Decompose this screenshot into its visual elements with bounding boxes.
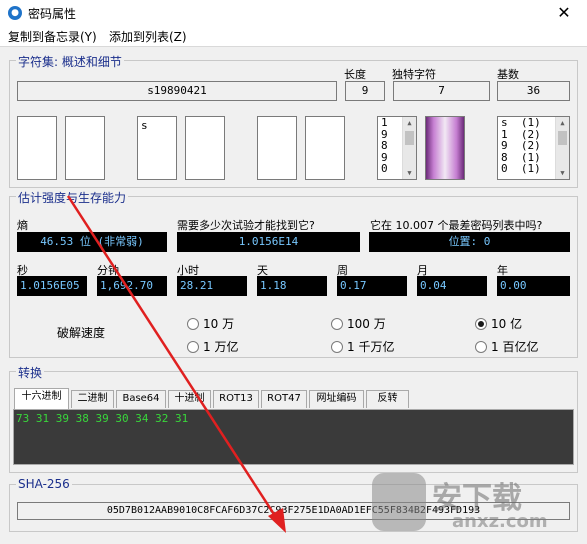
radio-dot	[475, 340, 487, 353]
bag-icon	[372, 473, 426, 531]
char-class-box: s	[137, 116, 177, 180]
unique-field: 7	[393, 81, 490, 101]
watermark-logo: 安下载 anxz.com	[368, 467, 587, 544]
entropy-value: 46.53 位 (非常弱)	[17, 232, 167, 252]
weeks-value: 0.17	[337, 276, 407, 296]
seconds-value: 1.0156E05	[17, 276, 87, 296]
client-area: 字符集: 概述和细节 长度 独特字符 基数 s19890421 9 7 36 s…	[0, 47, 587, 544]
radio-dot	[187, 317, 199, 330]
radio-label: 10 亿	[491, 317, 523, 331]
radio-label: 1 千万亿	[347, 340, 395, 354]
digits-listbox[interactable]: 1 9 8 9 0 ▲ ▼	[377, 116, 417, 180]
speed-radio-1b[interactable]: 10 亿	[475, 315, 522, 332]
tab-binary[interactable]: 二进制	[71, 390, 114, 408]
convert-group-title: 转换	[16, 364, 45, 381]
tab-reverse[interactable]: 反转	[366, 390, 409, 408]
radio-dot	[331, 317, 343, 330]
tab-rot47[interactable]: ROT47	[261, 390, 307, 408]
speed-radio-10qi[interactable]: 1 百亿亿	[475, 338, 538, 355]
radio-label: 1 万亿	[203, 340, 239, 354]
menu-bar: 复制到备忘录(Y) 添加到列表(Z)	[0, 26, 587, 46]
tab-url-encode[interactable]: 网址编码	[309, 390, 364, 408]
sha-group-title: SHA-256	[16, 477, 72, 491]
entropy-label: 熵	[17, 219, 28, 232]
radio-dot	[187, 340, 199, 353]
scroll-down-icon[interactable]: ▼	[403, 167, 416, 179]
length-label: 长度	[344, 68, 366, 81]
strength-gradient	[425, 116, 465, 180]
radio-label: 100 万	[347, 317, 386, 331]
menu-add-to-list[interactable]: 添加到列表(Z)	[109, 28, 187, 45]
menu-copy-to-memo[interactable]: 复制到备忘录(Y)	[8, 28, 97, 45]
close-button[interactable]: ✕	[541, 0, 587, 26]
title-bar: ● 密码属性 ✕	[0, 0, 587, 26]
crack-speed-label: 破解速度	[57, 326, 106, 340]
scroll-up-icon[interactable]: ▲	[403, 117, 416, 129]
convert-output-text: 73 31 39 38 39 30 34 32 31	[16, 412, 189, 425]
hours-value: 28.21	[177, 276, 247, 296]
charset-group-title: 字符集: 概述和细节	[16, 53, 124, 70]
unique-label: 独特字符	[392, 68, 436, 81]
tab-decimal[interactable]: 十进制	[168, 390, 211, 408]
base-field: 36	[497, 81, 570, 101]
tab-rot13[interactable]: ROT13	[213, 390, 259, 408]
speed-radio-10q[interactable]: 1 千万亿	[331, 338, 394, 355]
length-field: 9	[345, 81, 385, 101]
radio-label: 1 百亿亿	[491, 340, 539, 354]
scroll-thumb[interactable]	[558, 131, 567, 145]
speed-radio-100k[interactable]: 10 万	[187, 315, 234, 332]
tab-hex[interactable]: 十六进制	[14, 388, 69, 409]
speed-radio-1t[interactable]: 1 万亿	[187, 338, 238, 355]
months-value: 0.04	[417, 276, 487, 296]
scroll-up-icon[interactable]: ▲	[556, 117, 569, 129]
base-label: 基数	[497, 68, 519, 81]
tries-label: 需要多少次试验才能找到它?	[177, 219, 315, 232]
scroll-thumb[interactable]	[405, 131, 414, 145]
char-class-box	[305, 116, 345, 180]
years-value: 0.00	[497, 276, 570, 296]
convert-output[interactable]: 73 31 39 38 39 30 34 32 31	[13, 409, 574, 465]
strength-group-title: 估计强度与生存能力	[16, 189, 129, 206]
worst-list-value: 位置: 0	[369, 232, 570, 252]
scrollbar[interactable]: ▲ ▼	[555, 117, 569, 179]
minutes-value: 1,692.70	[97, 276, 167, 296]
char-class-box	[65, 116, 105, 180]
tab-base64[interactable]: Base64	[116, 390, 166, 408]
app-icon: ●	[8, 6, 22, 20]
char-class-box	[257, 116, 297, 180]
frequency-listbox[interactable]: s (1) 1 (2) 9 (2) 8 (1) 0 (1) ▲ ▼	[497, 116, 570, 180]
days-value: 1.18	[257, 276, 327, 296]
window-title: 密码属性	[28, 7, 77, 21]
password-field[interactable]: s19890421	[17, 81, 337, 101]
char-class-box	[17, 116, 57, 180]
watermark-url: anxz.com	[452, 511, 548, 532]
speed-radio-1m[interactable]: 100 万	[331, 315, 386, 332]
radio-dot	[331, 340, 343, 353]
radio-label: 10 万	[203, 317, 235, 331]
scroll-down-icon[interactable]: ▼	[556, 167, 569, 179]
char-class-box	[185, 116, 225, 180]
worst-list-label: 它在 10.007 个最差密码列表中吗?	[370, 219, 543, 232]
tries-value: 1.0156E14	[177, 232, 360, 252]
scrollbar[interactable]: ▲ ▼	[402, 117, 416, 179]
radio-dot-selected	[475, 317, 487, 330]
